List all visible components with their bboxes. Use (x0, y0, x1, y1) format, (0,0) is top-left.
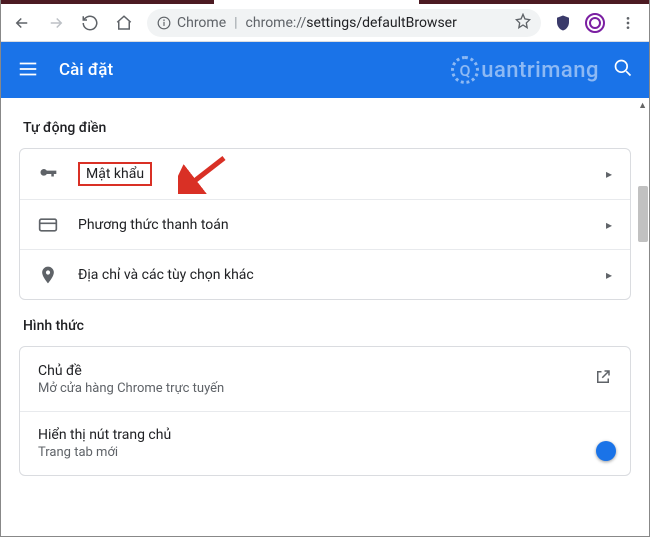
row-secondary: Trang tab mới (38, 445, 592, 460)
forward-button[interactable] (41, 8, 71, 38)
address-bar[interactable]: Chrome | chrome://settings/defaultBrowse… (147, 9, 541, 37)
pin-icon (38, 265, 58, 285)
scroll-up-icon[interactable]: ▲ (638, 100, 647, 111)
row-primary: Chủ đề (38, 363, 574, 379)
row-home-button[interactable]: Hiển thị nút trang chủ Trang tab mới (20, 411, 630, 475)
row-secondary: Mở cửa hàng Chrome trực tuyến (38, 381, 574, 396)
browser-toolbar: Chrome | chrome://settings/defaultBrowse… (1, 4, 649, 42)
extension-ring-icon[interactable] (581, 9, 609, 37)
site-info-icon[interactable]: Chrome (157, 15, 226, 31)
extension-shield-icon[interactable] (549, 9, 577, 37)
chevron-right-icon: ▸ (606, 268, 612, 282)
tab-settings[interactable]: Cài đặt (214, 0, 419, 4)
menu-icon[interactable] (17, 58, 41, 82)
tab-quantrimang[interactable]: Q Quantrimang.com: Kiến Th… (9, 0, 214, 4)
url-text: chrome://settings/defaultBrowser (246, 15, 457, 31)
section-title-appearance: Hình thức (23, 318, 627, 334)
row-theme[interactable]: Chủ đề Mở cửa hàng Chrome trực tuyến (20, 347, 630, 411)
row-label: Mật khẩu (78, 162, 586, 186)
chrome-menu-button[interactable] (613, 8, 643, 38)
row-label: Địa chỉ và các tùy chọn khác (78, 267, 586, 283)
home-button[interactable] (109, 8, 139, 38)
page-title: Cài đặt (59, 60, 113, 80)
autofill-card: Mật khẩu ▸ Phương thức thanh toán ▸ Địa … (19, 148, 631, 300)
open-external-icon (594, 368, 612, 390)
bookmark-star-icon[interactable] (515, 13, 531, 33)
reload-button[interactable] (75, 8, 105, 38)
new-tab-button[interactable]: + (423, 0, 451, 2)
appearance-card: Chủ đề Mở cửa hàng Chrome trực tuyến Hiể… (19, 346, 631, 476)
settings-header: Cài đặt Quantrimang (1, 42, 649, 98)
row-label: Phương thức thanh toán (78, 217, 586, 233)
back-button[interactable] (7, 8, 37, 38)
secure-label: Chrome (177, 15, 226, 31)
scrollbar-thumb[interactable] (638, 186, 648, 242)
chevron-right-icon: ▸ (606, 218, 612, 232)
watermark-logo: Quantrimang (451, 56, 599, 84)
chevron-right-icon: ▸ (606, 167, 612, 181)
tab-strip: Q Quantrimang.com: Kiến Th… Cài đặt + (1, 0, 649, 4)
row-payment[interactable]: Phương thức thanh toán ▸ (20, 199, 630, 249)
settings-content: ▲ Tự động điền Mật khẩu ▸ Phương thức th… (1, 98, 649, 503)
card-icon (38, 215, 58, 235)
row-passwords[interactable]: Mật khẩu ▸ (20, 149, 630, 199)
search-icon[interactable] (613, 58, 633, 82)
row-address[interactable]: Địa chỉ và các tùy chọn khác ▸ (20, 249, 630, 299)
row-primary: Hiển thị nút trang chủ (38, 427, 592, 443)
section-title-autofill: Tự động điền (23, 120, 627, 136)
key-icon (38, 164, 58, 184)
